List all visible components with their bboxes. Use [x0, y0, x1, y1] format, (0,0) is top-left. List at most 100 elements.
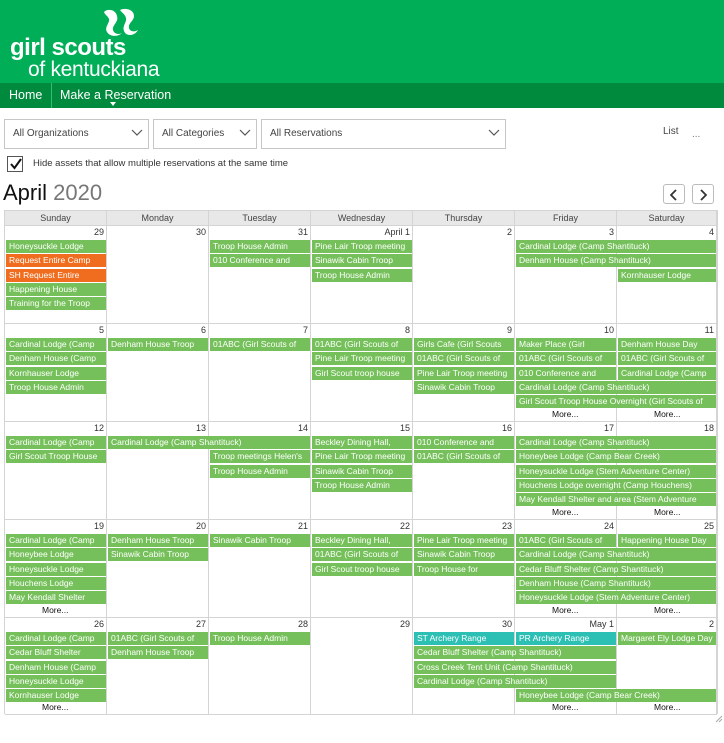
more-events-link[interactable]: More...	[42, 702, 68, 712]
reservation-event[interactable]: Girl Scout troop house	[312, 366, 412, 380]
reservation-event[interactable]: Kornhauser Lodge	[6, 366, 106, 380]
day-number[interactable]: 7	[303, 325, 308, 335]
reservation-event[interactable]: Troop House Admin	[312, 478, 412, 492]
reservation-event[interactable]: Houchens Lodge	[6, 576, 106, 590]
reservation-event[interactable]: Sinawik Cabin Troop	[312, 464, 412, 478]
reservation-event[interactable]: Cardinal Lodge (Camp Shantituck)	[516, 436, 716, 449]
list-view-toggle[interactable]: List	[663, 126, 679, 137]
reservation-event[interactable]: Troop House for	[414, 562, 514, 576]
day-number[interactable]: 2	[507, 227, 512, 237]
reservation-event[interactable]: Girls Cafe (Girl Scouts	[414, 338, 514, 351]
reservation-event[interactable]: Troop House Admin	[210, 240, 310, 253]
day-number[interactable]: 19	[94, 521, 104, 531]
more-events-link[interactable]: More...	[654, 605, 680, 615]
day-number[interactable]: 13	[196, 423, 206, 433]
reservation-event[interactable]: Cardinal Lodge (Camp	[6, 338, 106, 351]
day-number[interactable]: 17	[604, 423, 614, 433]
day-cell[interactable]: 30	[107, 226, 209, 324]
reservation-event[interactable]: Pine Lair Troop meeting	[312, 450, 412, 464]
reservation-event[interactable]: Honeysuckle Lodge	[6, 674, 106, 688]
reservation-event[interactable]: 01ABC (Girl Scouts of	[414, 450, 514, 464]
reservation-event[interactable]: Sinawik Cabin Troop	[414, 380, 514, 394]
reservation-event[interactable]: Troop House Admin	[210, 464, 310, 478]
reservation-event[interactable]: Denham House Troop	[108, 338, 208, 351]
reservation-event[interactable]: Girl Scout Troop House Overnight (Girl S…	[516, 395, 716, 409]
reservation-event[interactable]: 01ABC (Girl Scouts of	[618, 352, 716, 366]
girl-scouts-logo[interactable]: girl scouts of kentuckiana	[10, 8, 170, 81]
reservation-event[interactable]: 01ABC (Girl Scouts of	[312, 338, 412, 351]
day-number[interactable]: 2	[709, 619, 714, 629]
reservation-event[interactable]: Cardinal Lodge (Camp Shantituck)	[516, 380, 716, 394]
reservation-event[interactable]: Cardinal Lodge (Camp Shantituck)	[516, 240, 716, 253]
day-number[interactable]: 18	[704, 423, 714, 433]
more-events-link[interactable]: More...	[654, 409, 680, 419]
reservation-event[interactable]: ST Archery Range	[414, 632, 514, 645]
reservation-event[interactable]: 010 Conference and	[414, 436, 514, 449]
more-events-link[interactable]: More...	[552, 409, 578, 419]
reservation-event[interactable]: 01ABC (Girl Scouts of	[210, 338, 310, 351]
reservation-event[interactable]: Cardinal Lodge (Camp Shantituck)	[516, 548, 716, 562]
reservation-event[interactable]: Honeysuckle Lodge	[6, 562, 106, 576]
reservation-event[interactable]: Sinawik Cabin Troop	[108, 548, 208, 562]
reservations-select[interactable]: All Reservations	[261, 119, 506, 149]
reservation-event[interactable]: Pine Lair Troop meeting	[414, 534, 514, 547]
reservation-event[interactable]: Cardinal Lodge (Camp	[6, 534, 106, 547]
reservation-event[interactable]: Denham House (Camp Shantituck)	[516, 254, 716, 268]
day-number[interactable]: 14	[298, 423, 308, 433]
reservation-event[interactable]: 010 Conference and	[210, 254, 310, 268]
reservation-event[interactable]: Honeybee Lodge (Camp Bear Creek)	[516, 689, 716, 703]
reservation-event[interactable]: Pine Lair Troop meeting	[414, 366, 514, 380]
reservation-event[interactable]: Kornhauser Lodge	[6, 689, 106, 703]
more-events-link[interactable]: More...	[42, 605, 68, 615]
reservation-event[interactable]: Denham House Day	[618, 338, 716, 351]
reservation-event[interactable]: Girl Scout Troop House	[6, 450, 106, 464]
reservation-event[interactable]: Beckley Dining Hall,	[312, 436, 412, 449]
day-number[interactable]: 9	[507, 325, 512, 335]
reservation-event[interactable]: 01ABC (Girl Scouts of	[516, 534, 616, 547]
reservation-event[interactable]: Honeysuckle Lodge (Stem Adventure Center…	[516, 591, 716, 605]
day-number[interactable]: May 1	[589, 619, 614, 629]
reservation-event[interactable]: Maker Place (Girl	[516, 338, 616, 351]
reservation-event[interactable]: Denham House Troop	[108, 646, 208, 660]
reservation-event[interactable]: Troop House Admin	[312, 268, 412, 282]
reservation-event[interactable]: Cross Creek Tent Unit (Camp Shantituck)	[414, 660, 616, 674]
reservation-event[interactable]: Cedar Bluff Shelter (Camp Shantituck)	[516, 562, 716, 576]
reservation-event[interactable]: May Kendall Shelter	[6, 591, 106, 605]
reservation-event[interactable]: Pine Lair Troop meeting	[312, 240, 412, 253]
day-number[interactable]: 5	[99, 325, 104, 335]
reservation-event[interactable]: Denham House Troop	[108, 534, 208, 547]
day-number[interactable]: 31	[298, 227, 308, 237]
reservation-event[interactable]: Kornhauser Lodge	[618, 268, 716, 282]
day-number[interactable]: 8	[405, 325, 410, 335]
more-events-link[interactable]: More...	[552, 605, 578, 615]
nav-home[interactable]: Home	[9, 83, 42, 108]
reservation-event[interactable]: 010 Conference and	[516, 366, 616, 380]
reservation-event[interactable]: Cardinal Lodge (Camp Shantituck)	[414, 674, 616, 688]
reservation-event[interactable]: Cardinal Lodge (Camp	[6, 436, 106, 449]
reservation-event[interactable]: Denham House (Camp	[6, 660, 106, 674]
day-number[interactable]: 11	[705, 325, 714, 335]
reservation-event[interactable]: Denham House (Camp Shantituck)	[516, 576, 716, 590]
day-number[interactable]: 10	[604, 325, 614, 335]
reservation-event[interactable]: May Kendall Shelter and area (Stem Adven…	[516, 493, 716, 507]
reservation-event[interactable]: Sinawik Cabin Troop	[210, 534, 310, 547]
reservation-event[interactable]: PR Archery Range	[516, 632, 616, 645]
reservation-event[interactable]: Honeybee Lodge	[6, 548, 106, 562]
reservation-event[interactable]: Honeysuckle Lodge	[6, 240, 106, 253]
reservation-event[interactable]: Margaret Ely Lodge Day	[618, 632, 716, 645]
prev-month-button[interactable]	[663, 184, 685, 204]
day-number[interactable]: 29	[400, 619, 410, 629]
reservation-event[interactable]: 01ABC (Girl Scouts of	[312, 548, 412, 562]
reservation-event[interactable]: Cardinal Lodge (Camp	[618, 366, 716, 380]
day-number[interactable]: 30	[196, 227, 206, 237]
reservation-event[interactable]: Houchens Lodge overnight (Camp Houchens)	[516, 478, 716, 492]
day-number[interactable]: 29	[94, 227, 104, 237]
day-number[interactable]: 15	[400, 423, 410, 433]
day-number[interactable]: April 1	[384, 227, 410, 237]
reservation-event[interactable]: Cedar Bluff Shelter	[6, 646, 106, 660]
reservation-event[interactable]: 01ABC (Girl Scouts of	[414, 352, 514, 366]
reservation-event[interactable]: SH Request Entire	[6, 268, 106, 282]
more-events-link[interactable]: More...	[654, 702, 680, 712]
day-cell[interactable]: 2	[413, 226, 515, 324]
day-number[interactable]: 26	[94, 619, 104, 629]
